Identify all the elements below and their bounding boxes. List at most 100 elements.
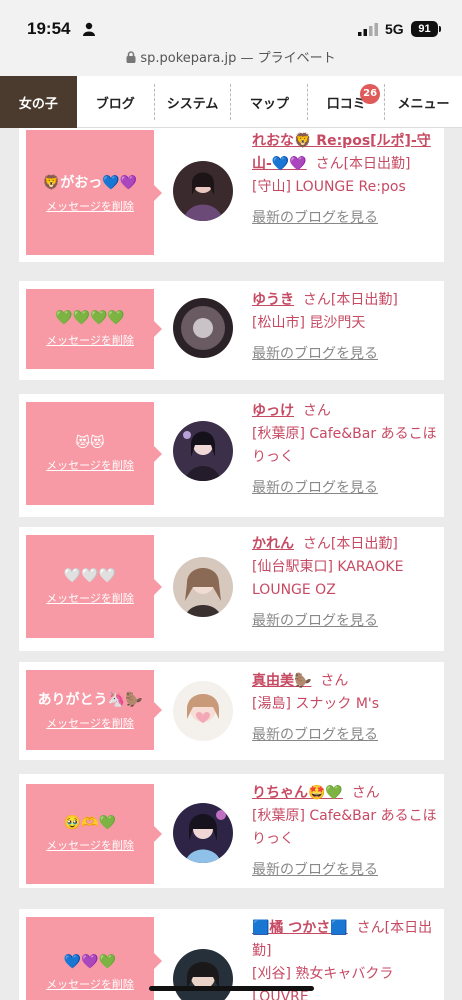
message-bubble: 😻😻 メッセージを削除 [26, 402, 162, 505]
bubble-pointer [154, 702, 162, 718]
bubble-pointer [154, 826, 162, 842]
status-text: さん[本日出勤] [302, 292, 398, 308]
latest-blog-link[interactable]: 最新のブログを見る [252, 343, 440, 366]
tab-system[interactable]: システム [155, 76, 231, 128]
network-label: 5G [385, 21, 404, 37]
battery-tip [439, 26, 441, 32]
status-text: さん [320, 673, 349, 689]
status-text: さん [351, 785, 380, 801]
clock: 19:54 [27, 19, 71, 38]
tab-menu[interactable]: メニュー [385, 76, 462, 128]
tab-bar: 女の子 ブログ システム マップ 口コミ 26 メニュー [0, 76, 462, 128]
avatar[interactable] [173, 298, 233, 358]
message-bubble: 💚💚💚💚 メッセージを削除 [26, 289, 162, 369]
url-bar[interactable]: sp.pokepara.jp — プライベート [0, 48, 462, 76]
avatar[interactable] [173, 161, 233, 221]
message-bubble: ありがとう🦄🦫 メッセージを削除 [26, 670, 162, 750]
delete-message-link[interactable]: メッセージを削除 [46, 457, 134, 473]
status-text: さん[本日出勤] [302, 536, 398, 552]
shop-name[interactable]: [松山市] 昆沙門天 [252, 315, 365, 331]
delete-message-link[interactable]: メッセージを削除 [46, 976, 134, 992]
entry-info: ゆっけ さん [秋葉原] Cafe&Bar あるこほりっく 最新のブログを見る [252, 400, 440, 500]
message-text: 💚💚💚💚 [55, 310, 125, 326]
avatar[interactable] [173, 557, 233, 617]
bubble-pointer [154, 321, 162, 337]
status-bar: 19:54 5G 91 [0, 0, 462, 48]
delete-message-link[interactable]: メッセージを削除 [46, 590, 134, 606]
latest-blog-link[interactable]: 最新のブログを見る [252, 477, 440, 500]
list-item: 🤍🤍🤍 メッセージを削除 かれん さん[本日出勤] [仙台駅東口] KARAOK… [19, 527, 444, 651]
message-text: 🤍🤍🤍 [63, 567, 117, 584]
private-label: — プライベート [240, 51, 336, 66]
entry-info: かれん さん[本日出勤] [仙台駅東口] KARAOKE LOUNGE OZ 最… [252, 533, 440, 633]
list-item: 🥹🫶💚 メッセージを削除 りちゃん🤩💚 さん [秋葉原] Cafe&Bar ある… [19, 774, 444, 888]
home-indicator[interactable] [149, 986, 314, 991]
list-item: 💚💚💚💚 メッセージを削除 ゆうき さん[本日出勤] [松山市] 昆沙門天 最新… [19, 281, 444, 380]
bubble-pointer [154, 952, 162, 969]
avatar[interactable] [173, 681, 233, 741]
avatar-image [173, 949, 233, 1000]
list-item: 😻😻 メッセージを削除 ゆっけ さん [秋葉原] Cafe&Bar あるこほりっ… [19, 394, 444, 517]
girl-name-link[interactable]: 真由美🦫 [252, 673, 311, 689]
tab-blog[interactable]: ブログ [77, 76, 154, 128]
bubble-pointer [154, 184, 162, 201]
delete-message-link[interactable]: メッセージを削除 [46, 837, 134, 853]
shop-name[interactable]: [秋葉原] Cafe&Bar あるこほりっく [252, 808, 437, 847]
status-text: さん[本日出勤] [315, 156, 411, 172]
girl-name-link[interactable]: ゆっけ [252, 403, 294, 419]
avatar-image [173, 557, 233, 617]
list-item: ありがとう🦄🦫 メッセージを削除 真由美🦫 さん [湯島] スナック M's 最… [19, 662, 444, 760]
tab-girls[interactable]: 女の子 [0, 76, 77, 128]
avatar[interactable] [173, 421, 233, 481]
entry-info: ゆうき さん[本日出勤] [松山市] 昆沙門天 最新のブログを見る [252, 289, 440, 366]
list-item: 🦁がおっ💙💜 メッセージを削除 れおな🦁 Re:pos[ルポ]-守山-💙💜 さん… [19, 128, 444, 262]
tab-label: システム [166, 96, 219, 112]
message-bubble: 🥹🫶💚 メッセージを削除 [26, 784, 162, 884]
signal-icon [358, 23, 378, 36]
avatar-image [173, 161, 233, 221]
delete-message-link[interactable]: メッセージを削除 [46, 198, 134, 214]
latest-blog-link[interactable]: 最新のブログを見る [252, 859, 440, 882]
message-bubble: 🦁がおっ💙💜 メッセージを削除 [26, 130, 162, 255]
shop-name[interactable]: [湯島] スナック M's [252, 696, 379, 712]
girl-name-link[interactable]: かれん [252, 536, 294, 552]
bubble-pointer [154, 445, 162, 462]
bubble-pointer [154, 578, 162, 595]
status-text: さん [302, 403, 331, 419]
message-text: 💙💜💚 [63, 953, 117, 970]
shop-name[interactable]: [秋葉原] Cafe&Bar あるこほりっく [252, 426, 437, 465]
avatar-image [173, 803, 233, 863]
message-text: 🥹🫶💚 [63, 815, 117, 831]
review-count-badge: 26 [360, 84, 381, 104]
avatar[interactable] [173, 949, 233, 1000]
lock-icon [126, 51, 136, 63]
latest-blog-link[interactable]: 最新のブログを見る [252, 724, 440, 747]
delete-message-link[interactable]: メッセージを削除 [46, 332, 134, 348]
avatar-image [173, 298, 233, 358]
entry-info: りちゃん🤩💚 さん [秋葉原] Cafe&Bar あるこほりっく 最新のブログを… [252, 782, 440, 882]
tab-label: マップ [249, 96, 289, 112]
latest-blog-link[interactable]: 最新のブログを見る [252, 207, 440, 230]
avatar[interactable] [173, 803, 233, 863]
avatar-image [173, 421, 233, 481]
tab-label: 女の子 [18, 96, 58, 112]
latest-blog-link[interactable]: 最新のブログを見る [252, 610, 440, 633]
girl-name-link[interactable]: りちゃん🤩💚 [252, 785, 343, 801]
message-text: 😻😻 [75, 434, 105, 451]
shop-name[interactable]: [仙台駅東口] KARAOKE LOUNGE OZ [252, 559, 403, 598]
entry-info: れおな🦁 Re:pos[ルポ]-守山-💙💜 さん[本日出勤] [守山] LOUN… [252, 130, 440, 230]
message-bubble: 🤍🤍🤍 メッセージを削除 [26, 535, 162, 638]
girl-name-link[interactable]: ゆうき [252, 292, 294, 308]
battery-icon: 91 [411, 21, 438, 37]
entry-info: 真由美🦫 さん [湯島] スナック M's 最新のブログを見る [252, 670, 440, 747]
shop-name[interactable]: [守山] LOUNGE Re:pos [252, 179, 406, 195]
tab-map[interactable]: マップ [231, 76, 307, 128]
delete-message-link[interactable]: メッセージを削除 [46, 715, 134, 731]
tab-reviews[interactable]: 口コミ 26 [308, 76, 384, 128]
message-text: ありがとう🦄🦫 [37, 692, 143, 708]
shop-name[interactable]: [刈谷] 熟女キャバクラ LOUVRE [252, 966, 393, 1000]
message-text: 🦁がおっ💙💜 [42, 174, 138, 191]
girl-name-link[interactable]: 🟦橘 つかさ🟦 [252, 920, 348, 936]
tab-label: メニュー [397, 96, 450, 112]
tab-label: ブログ [95, 96, 135, 112]
